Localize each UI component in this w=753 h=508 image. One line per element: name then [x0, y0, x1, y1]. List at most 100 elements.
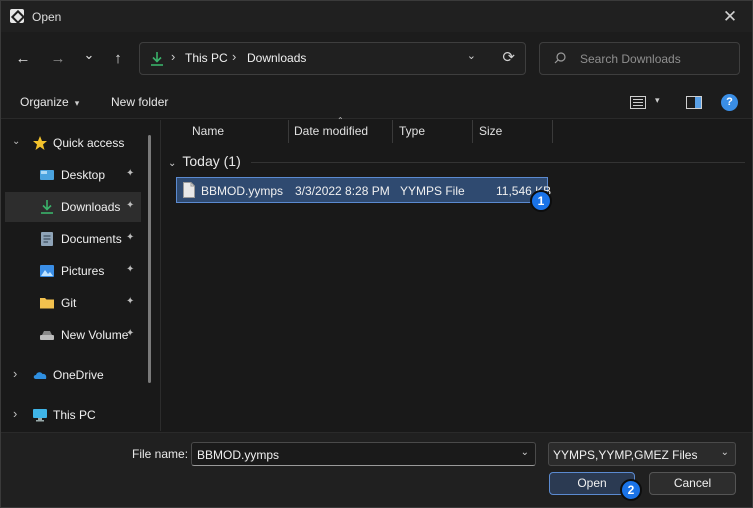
group-header-today[interactable]: ⌄ Today (1): [168, 153, 241, 169]
open-dialog: Open ✕ ← → ⌄ ↑ › This PC › Downloads ⌄ ⟳: [0, 0, 753, 508]
sidebar-item-onedrive[interactable]: › OneDrive: [1, 360, 149, 390]
column-divider[interactable]: [552, 120, 553, 143]
title-bar: Open ✕: [1, 1, 752, 32]
organize-button[interactable]: Organize ▾: [20, 95, 79, 109]
column-divider[interactable]: [288, 120, 289, 143]
close-icon: ✕: [722, 7, 738, 26]
view-options-icon[interactable]: [630, 96, 646, 109]
file-icon: [183, 182, 195, 198]
file-date: 3/3/2022 8:28 PM: [295, 184, 390, 198]
sidebar-item-new-volume[interactable]: New Volume ✦: [1, 320, 149, 350]
sidebar-item-label: Quick access: [53, 136, 125, 150]
sidebar-item-this-pc[interactable]: › This PC: [1, 400, 149, 430]
document-icon: [41, 232, 53, 246]
column-divider[interactable]: [472, 120, 473, 143]
star-icon: [33, 136, 47, 150]
sidebar-item-git[interactable]: Git ✦: [1, 288, 149, 318]
sidebar-item-pictures[interactable]: Pictures ✦: [1, 256, 149, 286]
window-title: Open: [32, 10, 62, 24]
column-header-size[interactable]: Size: [479, 120, 549, 143]
preview-pane-icon[interactable]: [686, 96, 702, 109]
file-row-bbmod[interactable]: BBMOD.yymps 3/3/2022 8:28 PM YYMPS File …: [176, 177, 551, 203]
pictures-icon: [40, 265, 54, 277]
group-label: Today (1): [182, 153, 241, 169]
address-dropdown-icon[interactable]: ⌄: [467, 49, 476, 62]
download-icon: [151, 52, 163, 66]
file-list: Name ⌃ Date modified Type Size ⌄ Today (1…: [162, 116, 752, 431]
breadcrumb-this-pc[interactable]: This PC: [185, 51, 228, 65]
expand-chevron-icon[interactable]: ›: [13, 366, 17, 381]
up-button[interactable]: ↑: [106, 48, 130, 70]
file-type-value: YYMPS,YYMP,GMEZ Files: [553, 448, 698, 462]
search-input[interactable]: [580, 43, 730, 74]
pin-icon: ✦: [126, 200, 135, 211]
drive-icon: [40, 331, 54, 340]
sidebar-item-label: New Volume: [61, 328, 129, 342]
sidebar-scrollbar[interactable]: [148, 135, 151, 383]
pin-icon: ✦: [126, 296, 135, 307]
folder-icon: [40, 298, 54, 309]
file-name: BBMOD.yymps: [201, 184, 284, 198]
command-bar: Organize ▾ New folder ▾ ?: [1, 86, 752, 119]
back-button[interactable]: ←: [11, 48, 35, 70]
breadcrumb-separator: ›: [171, 49, 176, 64]
forward-arrow-icon: →: [50, 50, 66, 67]
new-folder-label: New folder: [111, 95, 169, 109]
file-name-label: File name:: [132, 447, 189, 461]
search-icon: [554, 52, 566, 64]
sidebar-item-label: Git: [61, 296, 77, 310]
back-arrow-icon: ←: [15, 50, 31, 67]
sidebar-item-label: This PC: [53, 408, 96, 422]
download-icon: [41, 200, 53, 214]
group-divider: [251, 162, 745, 163]
chevron-down-icon: ⌄: [168, 158, 177, 169]
navigation-bar: ← → ⌄ ↑ › This PC › Downloads ⌄ ⟳: [1, 32, 752, 86]
cloud-icon: [33, 372, 47, 379]
chevron-down-icon: ⌄: [83, 47, 95, 62]
sidebar-item-label: Downloads: [61, 200, 121, 214]
sidebar-item-label: Documents: [61, 232, 122, 246]
desktop-icon: [40, 170, 54, 180]
close-button[interactable]: ✕: [708, 1, 752, 32]
breadcrumb-downloads[interactable]: Downloads: [247, 51, 306, 65]
file-type-select[interactable]: YYMPS,YYMP,GMEZ Files ⌄: [548, 442, 736, 466]
up-arrow-icon: ↑: [114, 50, 122, 67]
step-badge-1: 1: [530, 190, 552, 212]
pin-icon: ✦: [126, 232, 135, 243]
forward-button[interactable]: →: [46, 48, 70, 70]
breadcrumb-separator: ›: [232, 49, 237, 64]
file-name-value: BBMOD.yymps: [197, 448, 280, 462]
view-dropdown-icon[interactable]: ▾: [655, 95, 660, 106]
navigation-pane: ⌄ Quick access Desktop ✦ Downloads ✦ Doc…: [1, 120, 161, 431]
file-name-field[interactable]: BBMOD.yymps ⌄: [191, 442, 536, 466]
sidebar-item-downloads[interactable]: Downloads ✦: [5, 192, 141, 222]
computer-icon: [33, 409, 47, 422]
column-header-date-modified[interactable]: Date modified: [294, 120, 394, 143]
pin-icon: ✦: [126, 328, 135, 339]
sidebar-item-documents[interactable]: Documents ✦: [1, 224, 149, 254]
address-bar[interactable]: › This PC › Downloads ⌄ ⟳: [139, 42, 526, 75]
refresh-icon[interactable]: ⟳: [502, 48, 515, 66]
expand-chevron-icon[interactable]: ⌄: [12, 136, 20, 147]
column-divider[interactable]: [392, 120, 393, 143]
chevron-down-icon[interactable]: ⌄: [521, 447, 529, 458]
column-header-name[interactable]: Name: [192, 120, 288, 143]
file-type: YYMPS File: [400, 184, 465, 198]
sidebar-item-label: OneDrive: [53, 368, 104, 382]
cancel-button[interactable]: Cancel: [649, 472, 736, 495]
chevron-down-icon: ⌄: [720, 447, 729, 458]
sidebar-item-label: Pictures: [61, 264, 105, 278]
sidebar-item-desktop[interactable]: Desktop ✦: [1, 160, 149, 190]
dropdown-arrow-icon: ▾: [74, 98, 80, 108]
app-icon: [10, 9, 24, 23]
help-icon[interactable]: ?: [721, 94, 738, 111]
new-folder-button[interactable]: New folder: [111, 95, 168, 109]
column-header-type[interactable]: Type: [399, 120, 469, 143]
expand-chevron-icon[interactable]: ›: [13, 406, 17, 421]
recent-locations-button[interactable]: ⌄: [77, 44, 101, 66]
search-box[interactable]: [539, 42, 740, 75]
sidebar-item-quick-access[interactable]: ⌄ Quick access: [1, 128, 149, 158]
pin-icon: ✦: [126, 168, 135, 179]
step-badge-2: 2: [620, 479, 642, 501]
organize-label: Organize: [20, 95, 69, 109]
